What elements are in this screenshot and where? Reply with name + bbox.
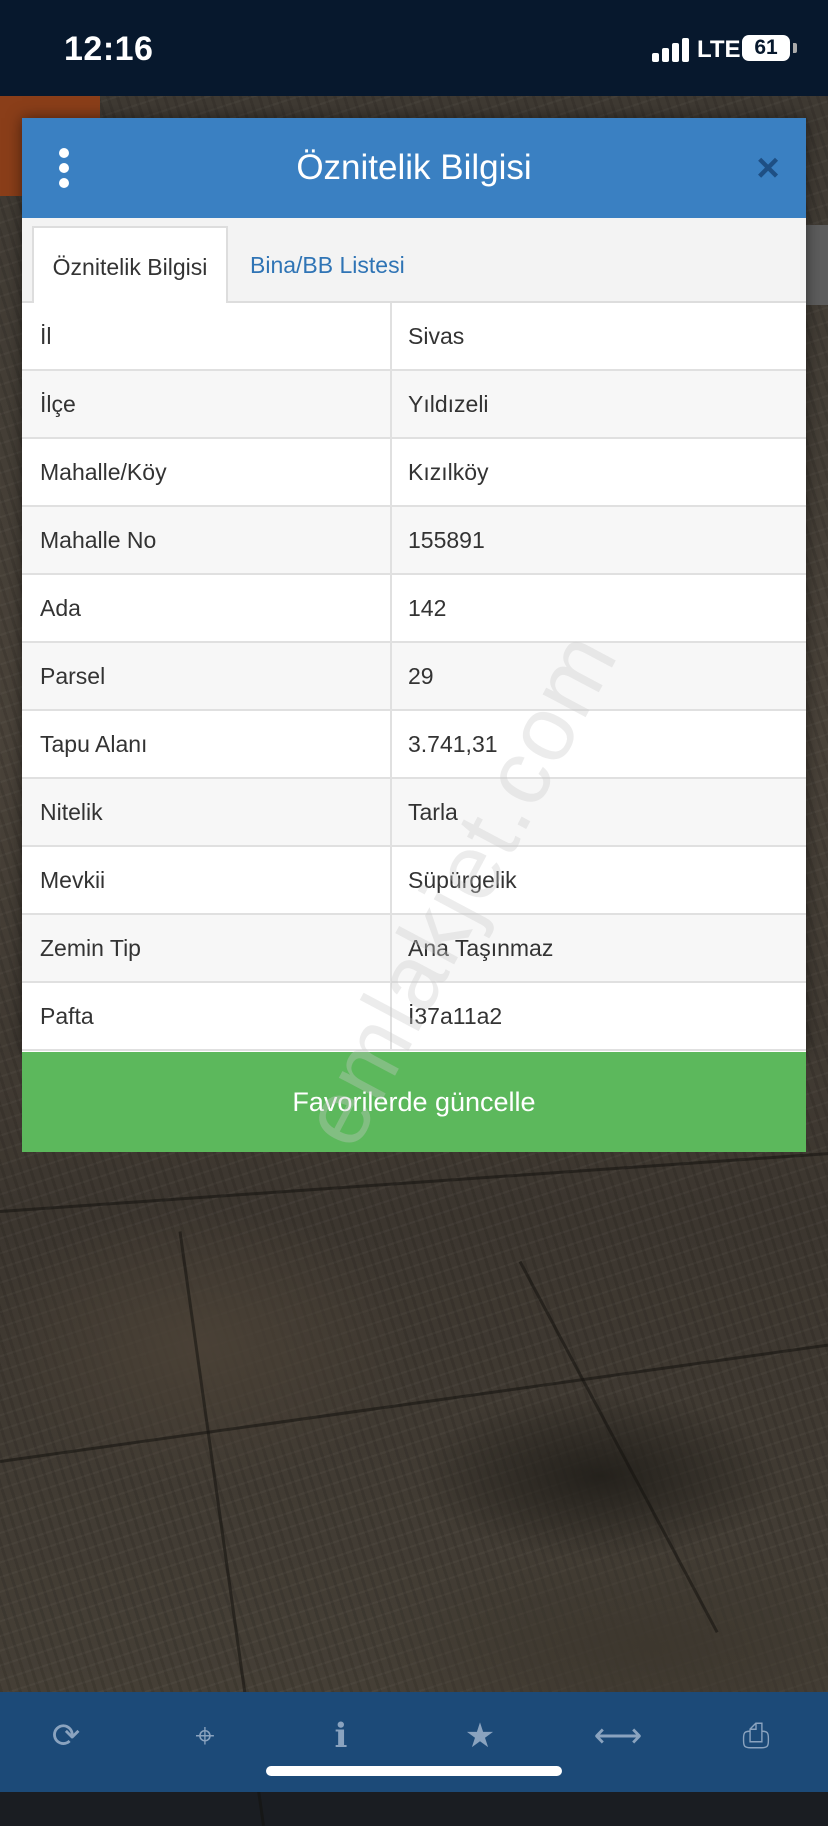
table-row: Pafta İ37a11a2: [22, 983, 806, 1051]
home-indicator[interactable]: [266, 1766, 562, 1776]
network-label: LTE: [697, 36, 741, 63]
table-row: Tapu Alanı 3.741,31: [22, 711, 806, 779]
print-icon[interactable]: ⎙: [728, 1712, 784, 1760]
row-key: Pafta: [40, 1003, 94, 1029]
tab-attribute-info[interactable]: Öznitelik Bilgisi: [32, 226, 228, 305]
modal-title: Öznitelik Bilgisi: [296, 148, 532, 187]
row-value: 3.741,31: [408, 731, 498, 757]
table-row: Ada 142: [22, 575, 806, 643]
table-row: Parsel 29: [22, 643, 806, 711]
table-row: Nitelik Tarla: [22, 779, 806, 847]
row-key: İl: [40, 323, 52, 349]
signal-icon: [652, 38, 690, 62]
more-options-icon[interactable]: [52, 148, 76, 188]
row-key: Zemin Tip: [40, 935, 141, 961]
table-row: Mahalle No 155891: [22, 507, 806, 575]
row-key: Mevkii: [40, 867, 106, 893]
row-value: İ37a11a2: [408, 1003, 503, 1029]
modal-header: Öznitelik Bilgisi ×: [22, 118, 806, 218]
row-value: Tarla: [408, 799, 458, 825]
row-value: Ana Taşınmaz: [408, 935, 554, 961]
update-favorites-button[interactable]: Favorilerde güncelle: [22, 1052, 806, 1152]
close-icon[interactable]: ×: [748, 148, 788, 188]
battery-icon: 61: [742, 35, 790, 61]
row-key: Nitelik: [40, 799, 103, 825]
row-key: Ada: [40, 595, 81, 621]
modal-tabs: Öznitelik Bilgisi Bina/BB Listesi: [22, 218, 806, 305]
row-value: 155891: [408, 527, 485, 553]
row-value: Süpürgelik: [408, 867, 517, 893]
battery-tip: [793, 43, 797, 53]
bottom-toolbar: ⟳ ⌖ i ★ ⟷ ⎙: [0, 1692, 828, 1792]
star-icon[interactable]: ★: [452, 1712, 508, 1760]
row-value: Kızılköy: [408, 459, 489, 485]
row-value: Sivas: [408, 323, 465, 349]
table-row: Zemin Tip Ana Taşınmaz: [22, 915, 806, 983]
tab-building-list[interactable]: Bina/BB Listesi: [250, 226, 405, 305]
row-value: 29: [408, 663, 434, 689]
row-key: Mahalle/Köy: [40, 459, 167, 485]
row-key: Mahalle No: [40, 527, 157, 553]
status-bar: 12:16 LTE 61: [0, 0, 828, 96]
table-row: Mahalle/Köy Kızılköy: [22, 439, 806, 507]
row-key: Parsel: [40, 663, 106, 689]
row-key: Tapu Alanı: [40, 731, 148, 757]
row-value: 142: [408, 595, 447, 621]
status-time: 12:16: [64, 30, 154, 68]
map-scrollbar[interactable]: [806, 225, 828, 305]
attribute-table: İl Sivas İlçe Yıldızeli Mahalle/Köy Kızı…: [22, 303, 806, 1051]
refresh-icon[interactable]: ⟳: [38, 1712, 94, 1760]
table-row: İl Sivas: [22, 303, 806, 371]
row-key: İlçe: [40, 391, 76, 417]
crosshair-icon[interactable]: ⌖: [177, 1712, 233, 1760]
attribute-info-modal: Öznitelik Bilgisi × Öznitelik Bilgisi Bi…: [22, 118, 806, 1052]
info-icon[interactable]: i: [313, 1712, 369, 1760]
row-value: Yıldızeli: [408, 391, 489, 417]
table-row: Mevkii Süpürgelik: [22, 847, 806, 915]
measure-icon[interactable]: ⟷: [590, 1712, 646, 1760]
table-row: İlçe Yıldızeli: [22, 371, 806, 439]
